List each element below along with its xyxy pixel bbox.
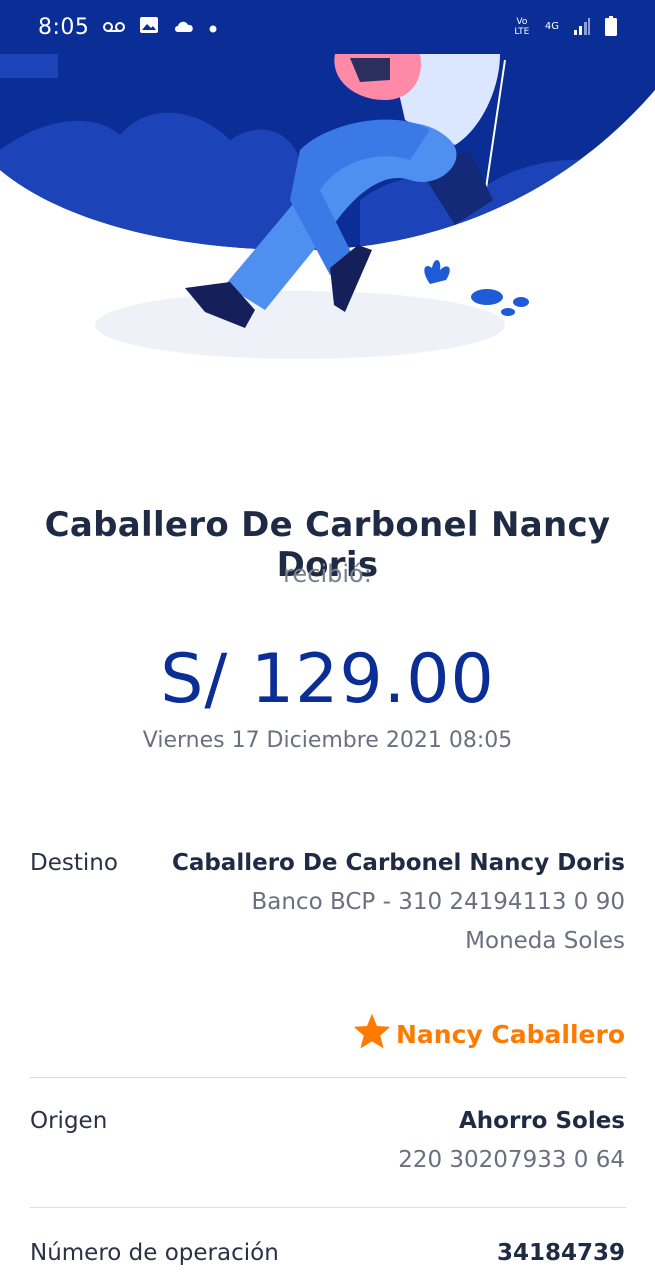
destino-name: Caballero De Carbonel Nancy Doris bbox=[171, 850, 625, 876]
divider bbox=[30, 1077, 626, 1078]
origen-label: Origen bbox=[30, 1108, 108, 1134]
status-bar: 8:05 Vo LTE 4G bbox=[0, 0, 655, 54]
transfer-date: Viernes 17 Diciembre 2021 08:05 bbox=[142, 728, 513, 753]
cloud-icon bbox=[173, 18, 195, 37]
signal-icon bbox=[573, 17, 591, 38]
divider bbox=[30, 1207, 626, 1208]
operacion-number: 34184739 bbox=[496, 1240, 625, 1266]
transfer-amount: S/ 129.00 bbox=[160, 640, 495, 719]
received-label: recibió: bbox=[283, 560, 372, 588]
star-icon bbox=[352, 1012, 392, 1056]
network-type-indicator: 4G bbox=[544, 21, 559, 32]
notification-dot-icon bbox=[209, 18, 217, 37]
origen-account-name: Ahorro Soles bbox=[458, 1108, 625, 1134]
favorite-name: Nancy Caballero bbox=[396, 1019, 625, 1049]
volte-indicator: Vo LTE bbox=[514, 17, 530, 37]
hero-illustration bbox=[0, 54, 655, 359]
destino-bank-account: Banco BCP - 310 24194113 0 90 bbox=[251, 889, 625, 915]
image-icon bbox=[139, 16, 159, 38]
origen-account-number: 220 30207933 0 64 bbox=[398, 1147, 625, 1173]
voicemail-icon bbox=[103, 18, 126, 37]
operacion-label: Número de operación bbox=[30, 1240, 279, 1266]
favorite-contact[interactable]: Nancy Caballero bbox=[352, 1012, 625, 1056]
destino-currency: Moneda Soles bbox=[465, 928, 625, 954]
battery-icon bbox=[605, 15, 617, 39]
destino-label: Destino bbox=[30, 850, 118, 876]
status-time: 8:05 bbox=[38, 14, 90, 40]
